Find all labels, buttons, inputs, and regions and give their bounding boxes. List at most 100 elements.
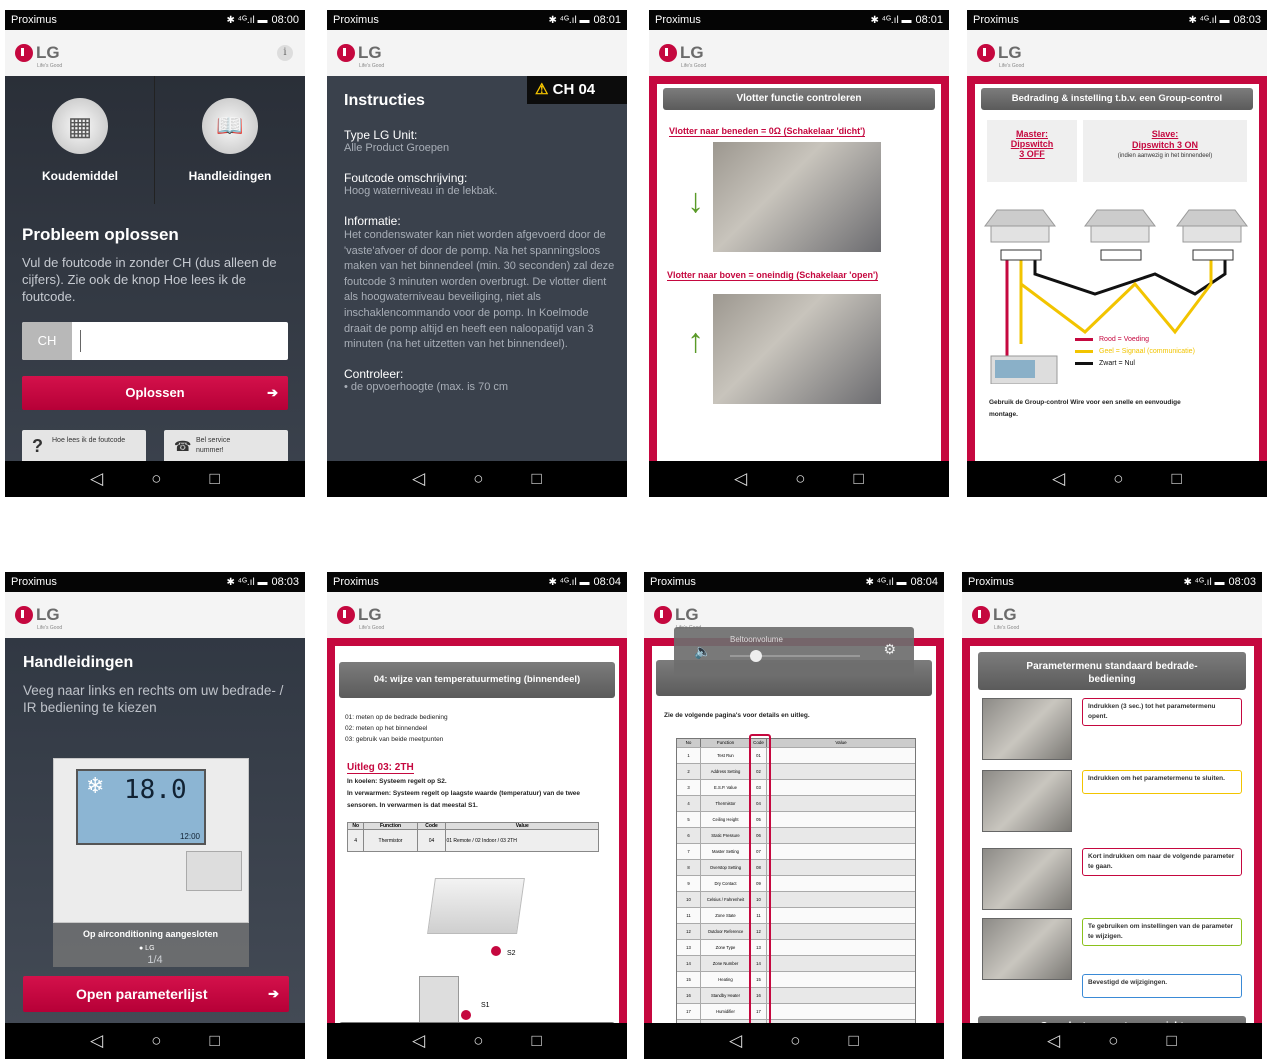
table-cell: Address Setting [701, 764, 751, 779]
recents-icon[interactable]: □ [849, 1031, 859, 1051]
table-cell: 9 [677, 876, 701, 891]
menu-handleidingen[interactable]: 📖 Handleidingen [155, 76, 305, 204]
section-header: Bedrading & instelling t.b.v. een Group-… [981, 88, 1253, 110]
legend-item: Zwart = Nul [1075, 360, 1195, 367]
option-item: 01: meten op de bedrade bediening [345, 714, 448, 721]
volume-overlay[interactable]: 🔈 Beltoonvolume ⚙ [674, 627, 914, 675]
table-cell: 5 [677, 812, 701, 827]
solve-button[interactable]: Oplossen ➔ [22, 376, 288, 410]
table-cell: Outdoor Reference [701, 924, 751, 939]
signal-icon: ✱ ⁴ᴳ.ıl ▬ [226, 14, 268, 26]
error-code-input[interactable] [80, 330, 82, 352]
error-code-field[interactable]: CH [22, 322, 288, 360]
table-cell: Test Run [701, 748, 751, 763]
back-icon[interactable]: ◁ [412, 469, 425, 489]
back-icon[interactable]: ◁ [729, 1031, 742, 1051]
carrier-label: Proximus [333, 576, 379, 588]
logo-text: LG [675, 605, 699, 624]
home-icon[interactable]: ○ [1108, 1031, 1118, 1051]
back-icon[interactable]: ◁ [734, 469, 747, 489]
carrier-label: Proximus [968, 576, 1014, 588]
menu-koudemiddel[interactable]: ▦ Koudemiddel [5, 76, 155, 204]
logo-text: LG [358, 605, 382, 624]
remote-screen [995, 360, 1035, 378]
solve-button-label: Oplossen [125, 385, 185, 400]
recents-icon[interactable]: □ [532, 1031, 542, 1051]
recents-icon[interactable]: □ [1167, 1031, 1177, 1051]
brand-header: LG Life's Good [967, 30, 1267, 76]
recents-icon[interactable]: □ [210, 1031, 220, 1051]
volume-slider-thumb[interactable] [750, 650, 762, 662]
logo-tagline: Life's Good [994, 625, 1020, 631]
recents-icon[interactable]: □ [1172, 469, 1182, 489]
master-label: Master: [1015, 129, 1048, 139]
table-cell: 01 Remote / 02 Indoor / 03 2TH [445, 829, 599, 852]
help-button-read-code[interactable]: ? Hoe lees ik de foutcode [22, 430, 146, 464]
master-box: Master: Dipswitch 3 OFF [987, 120, 1077, 182]
legend-label: Zwart = Nul [1099, 360, 1135, 367]
status-bar: Proximus ✱ ⁴ᴳ.ıl ▬ 08:03 [962, 572, 1262, 592]
signal-icon: ✱ ⁴ᴳ.ıl ▬ [226, 576, 268, 588]
back-icon[interactable]: ◁ [1047, 1031, 1060, 1051]
clock: 08:03 [1228, 576, 1256, 588]
error-code: CH 04 [552, 81, 596, 98]
home-icon[interactable]: ○ [790, 1031, 800, 1051]
logo-text: LG [998, 43, 1022, 62]
table-cell: 11 [677, 908, 701, 923]
recents-icon[interactable]: □ [210, 469, 220, 489]
clock: 08:04 [593, 576, 621, 588]
recents-icon[interactable]: □ [532, 469, 542, 489]
info-heading: Informatie: [344, 214, 401, 228]
logo-tagline: Life's Good [37, 625, 63, 631]
recents-icon[interactable]: □ [854, 469, 864, 489]
slave-label: Slave: [1151, 129, 1179, 139]
nav-bar: ◁ ○ □ [649, 461, 949, 497]
home-icon[interactable]: ○ [151, 1031, 161, 1051]
lg-small-logo-icon: ● LG [139, 945, 155, 952]
home-icon[interactable]: ○ [795, 469, 805, 489]
logo-text: LG [36, 43, 60, 62]
table-cell: Static Pressure [701, 828, 751, 843]
settings-gear-icon[interactable]: ⚙ [883, 641, 896, 658]
home-icon[interactable]: ○ [473, 469, 483, 489]
back-icon[interactable]: ◁ [90, 469, 103, 489]
master-dipswitch: Dipswitch [1010, 139, 1054, 149]
table-cell: Ceiling Height [701, 812, 751, 827]
logo-text: LG [358, 43, 382, 62]
home-icon[interactable]: ○ [151, 469, 161, 489]
back-icon[interactable]: ◁ [1052, 469, 1065, 489]
sensor-label: S1 [481, 1002, 490, 1009]
table-cell: 1 [677, 748, 701, 763]
volume-slider[interactable] [730, 650, 860, 662]
home-icon[interactable]: ○ [473, 1031, 483, 1051]
terminal-block-2 [1100, 249, 1142, 261]
open-parameter-list-button[interactable]: Open parameterlijst ➔ [23, 976, 289, 1012]
table-row: 9 Dry Contact 09 [677, 875, 915, 891]
table-cell: 14 [677, 956, 701, 971]
table-cell: 7 [677, 844, 701, 859]
legend-item: Geel = Signaal (communicatie) [1075, 348, 1195, 355]
table-row: 11 Zone State 11 [677, 907, 915, 923]
status-bar: Proximus ✱ ⁴ᴳ.ıl ▬ 08:01 [327, 10, 627, 30]
table-cell: 3 [677, 780, 701, 795]
explain-text: In koelen: Systeem regelt op S2. In verw… [347, 776, 597, 812]
controller-carousel[interactable]: ❄ 18.0 12:00 [53, 758, 249, 923]
carrier-label: Proximus [973, 14, 1019, 26]
status-bar: Proximus ✱ ⁴ᴳ.ıl ▬ 08:00 [5, 10, 305, 30]
table-row: 3 E.S.P. Value 03 [677, 779, 915, 795]
screen-instructions: Proximus ✱ ⁴ᴳ.ıl ▬ 08:01 LG Life's Good … [327, 10, 627, 497]
legend-label: Geel = Signaal (communicatie) [1099, 348, 1195, 355]
signal-icon: ✱ ⁴ᴳ.ıl ▬ [548, 576, 590, 588]
home-icon[interactable]: ○ [1113, 469, 1123, 489]
pager: 1/4 [147, 954, 163, 966]
carrier-label: Proximus [11, 14, 57, 26]
back-icon[interactable]: ◁ [90, 1031, 103, 1051]
info-button[interactable]: i [277, 45, 293, 61]
description-value: Hoog waterniveau in de lekbak. [344, 185, 498, 197]
controller-photo [982, 918, 1072, 980]
back-icon[interactable]: ◁ [412, 1031, 425, 1051]
question-icon: ? [32, 436, 43, 456]
slave-dipswitch: Dipswitch 3 ON [1131, 140, 1198, 150]
clock: 08:01 [915, 14, 943, 26]
help-button-call[interactable]: ☎ Bel service nummer! [164, 430, 288, 464]
